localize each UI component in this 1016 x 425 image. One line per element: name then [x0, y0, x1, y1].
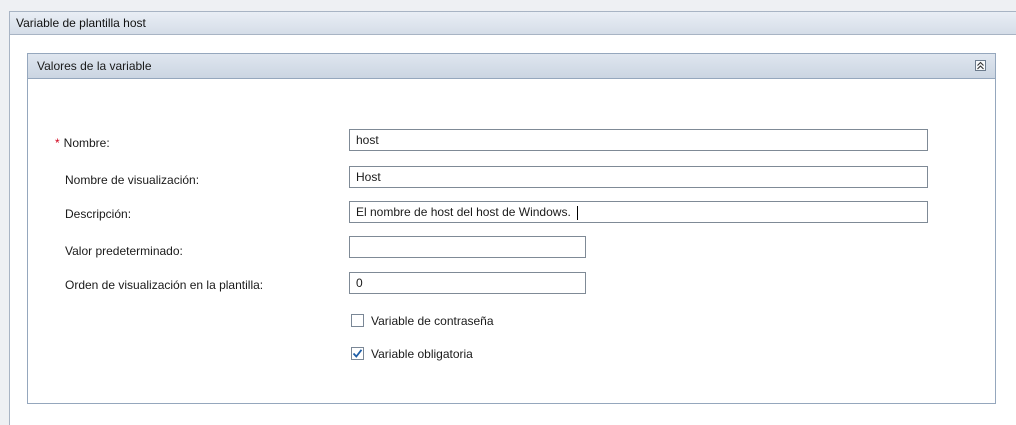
required-variable-label: Variable obligatoria — [371, 347, 473, 361]
nombre-label: * Nombre: — [55, 136, 110, 150]
required-variable-checkbox[interactable] — [351, 347, 364, 360]
password-variable-checkbox[interactable] — [351, 314, 364, 327]
display-name-field[interactable]: Host — [349, 166, 928, 188]
double-chevron-up-icon[interactable] — [975, 60, 986, 71]
password-variable-label: Variable de contraseña — [371, 314, 494, 328]
required-marker: * — [55, 136, 60, 150]
text-caret — [576, 205, 578, 220]
panel-title: Variable de plantilla host — [10, 12, 1016, 35]
description-field[interactable]: El nombre de host del host de Windows. — [349, 201, 928, 223]
description-label: Descripción: — [65, 207, 132, 221]
display-order-label: Orden de visualización en la plantilla: — [65, 278, 264, 292]
checkmark-icon — [352, 349, 363, 358]
display-name-label: Nombre de visualización: — [65, 173, 200, 187]
default-value-field[interactable] — [349, 236, 586, 258]
default-value-label: Valor predeterminado: — [65, 244, 183, 258]
display-order-field[interactable]: 0 — [349, 272, 586, 294]
nombre-field[interactable]: host — [349, 129, 928, 151]
variable-values-section: Valores de la variable — [27, 53, 996, 404]
section-header: Valores de la variable — [28, 54, 995, 79]
section-title: Valores de la variable — [37, 59, 152, 73]
